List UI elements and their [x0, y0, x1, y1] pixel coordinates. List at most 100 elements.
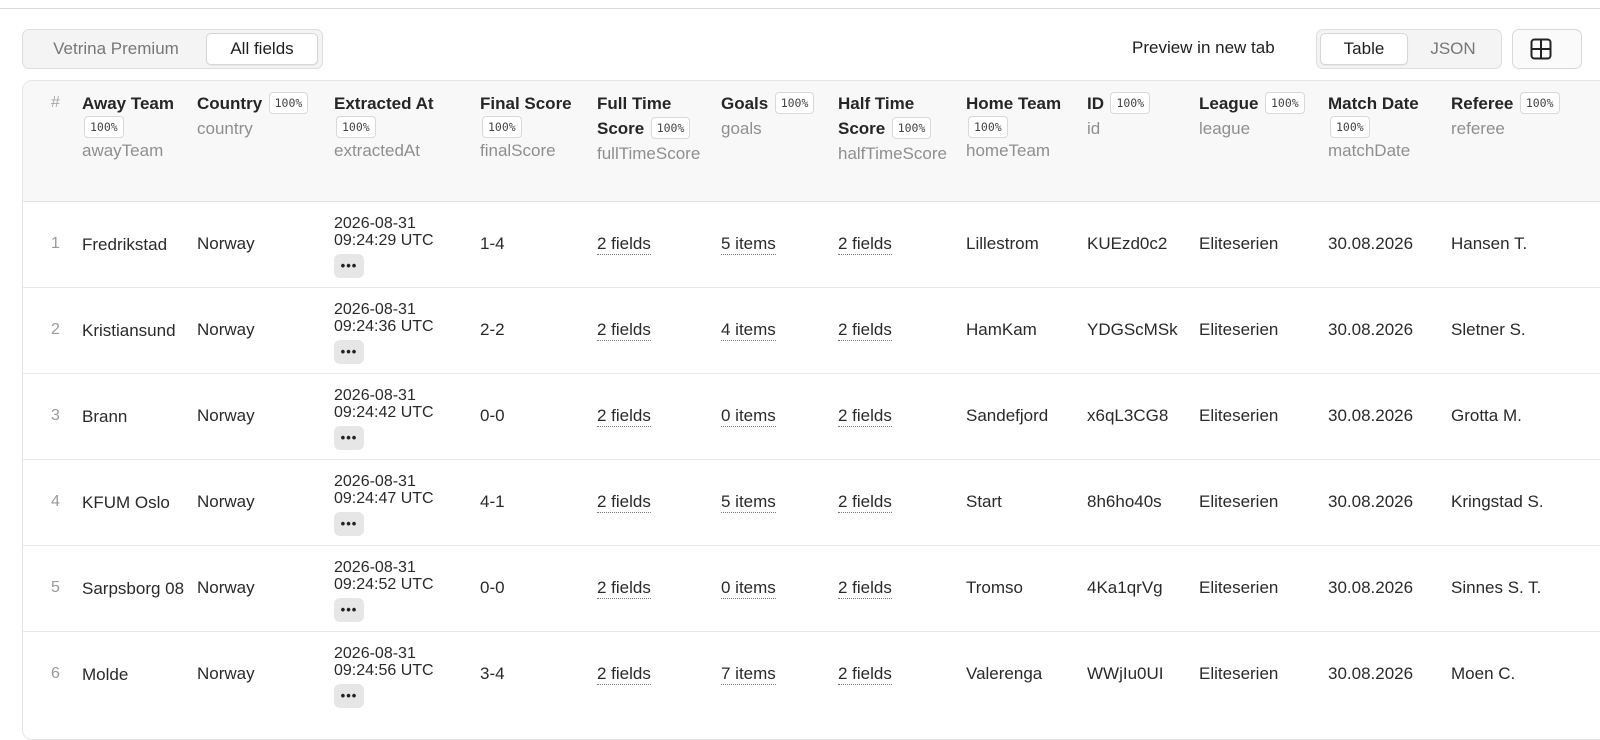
- more-button[interactable]: •••: [334, 683, 364, 708]
- column-header-goals[interactable]: Goals 100% goals: [721, 81, 838, 202]
- expand-fields-link[interactable]: 2 fields: [838, 406, 892, 427]
- fill-rate-badge: 100%: [482, 116, 522, 138]
- cell-final-score: 1-4: [480, 201, 597, 288]
- cell-league: Eliteserien: [1199, 545, 1328, 632]
- cell-extracted-at: 2026-08-31 09:24:52 UTC •••: [334, 545, 480, 632]
- cell-id: KUEzd0c2: [1087, 201, 1199, 288]
- tab-vetrina-premium[interactable]: Vetrina Premium: [26, 33, 206, 65]
- fill-rate-badge: 100%: [968, 116, 1008, 138]
- tab-json[interactable]: JSON: [1408, 33, 1498, 65]
- expand-items-link[interactable]: 7 items: [721, 664, 776, 685]
- cell-away-team: Kristiansund: [82, 287, 197, 374]
- cell-match-date: 30.08.2026: [1328, 664, 1414, 683]
- cell-half-time-score: 2 fields: [838, 201, 966, 288]
- expand-fields-link[interactable]: 2 fields: [838, 234, 892, 255]
- results-table-container[interactable]: # Away Team 100% awayTeam Country 100% cou…: [22, 80, 1600, 740]
- fill-rate-badge: 100%: [1330, 116, 1370, 138]
- cell-home-team: HamKam: [966, 287, 1087, 374]
- preview-in-new-tab-button[interactable]: Preview in new tab: [1132, 38, 1275, 58]
- cell-home-team: Tromso: [966, 545, 1087, 632]
- table-row: 6 Molde Norway 2026-08-31 09:24:56 UTC •••…: [23, 631, 1600, 717]
- cell-away-team: KFUM Oslo: [82, 459, 197, 546]
- fill-rate-badge: 100%: [891, 117, 932, 139]
- column-header-final-score[interactable]: Final Score 100% finalScore: [480, 81, 597, 202]
- expand-fields-link[interactable]: 2 fields: [597, 578, 651, 599]
- tab-table[interactable]: Table: [1320, 33, 1408, 65]
- cell-league: Eliteserien: [1199, 287, 1328, 374]
- fill-rate-badge: 100%: [774, 92, 815, 114]
- expand-fields-link[interactable]: 2 fields: [597, 234, 651, 255]
- expand-items-link[interactable]: 0 items: [721, 578, 776, 599]
- fill-rate-badge: 100%: [336, 116, 376, 138]
- toolbar: Vetrina Premium All fields Preview in ne…: [22, 29, 1600, 70]
- more-button[interactable]: •••: [334, 597, 364, 622]
- table-row: 1 Fredrikstad Norway 2026-08-31 09:24:29 …: [23, 201, 1600, 288]
- fill-rate-badge: 100%: [1519, 92, 1560, 114]
- cell-full-time-score: 2 fields: [597, 459, 721, 546]
- cell-half-time-score: 2 fields: [838, 631, 966, 717]
- column-header-country[interactable]: Country 100% country: [197, 81, 334, 202]
- cell-country: Norway: [197, 201, 334, 288]
- expand-fields-link[interactable]: 2 fields: [838, 492, 892, 513]
- column-header-extracted-at[interactable]: Extracted At 100% extractedAt: [334, 81, 480, 202]
- cell-final-score: 2-2: [480, 287, 597, 374]
- column-header-league[interactable]: League 100% league: [1199, 81, 1328, 202]
- layout-button[interactable]: [1512, 29, 1582, 69]
- dataset-view-switch: Vetrina Premium All fields: [22, 29, 323, 69]
- expand-fields-link[interactable]: 2 fields: [597, 492, 651, 513]
- column-header-match-date[interactable]: Match Date 100% matchDate: [1328, 81, 1451, 202]
- cell-match-date: 30.08.2026: [1328, 201, 1451, 288]
- cell-full-time-score: 2 fields: [597, 545, 721, 632]
- cell-match-date: 30.08.2026: [1328, 373, 1451, 460]
- expand-fields-link[interactable]: 2 fields: [838, 578, 892, 599]
- column-header-half-time-score[interactable]: Half Time Score 100% halfTimeScore: [838, 81, 966, 202]
- row-index: 2: [23, 287, 82, 374]
- expand-items-link[interactable]: 4 items: [721, 320, 776, 341]
- cell-final-score: 3-4: [480, 664, 505, 683]
- column-header-away-team[interactable]: Away Team 100% awayTeam: [82, 81, 197, 202]
- cell-half-time-score: 2 fields: [838, 459, 966, 546]
- cell-half-time-score: 2 fields: [838, 287, 966, 374]
- expand-items-link[interactable]: 5 items: [721, 492, 776, 513]
- column-header-home-team[interactable]: Home Team 100% homeTeam: [966, 81, 1087, 202]
- more-button[interactable]: •••: [334, 511, 364, 536]
- cell-referee: Sletner S.: [1451, 287, 1600, 374]
- cell-full-time-score: 2 fields: [597, 631, 721, 717]
- cell-home-team: Sandefjord: [966, 373, 1087, 460]
- column-header-full-time-score[interactable]: Full Time Score 100% fullTimeScore: [597, 81, 721, 202]
- column-header-id[interactable]: ID 100% id: [1087, 81, 1199, 202]
- cell-country: Norway: [197, 373, 334, 460]
- fill-rate-badge: 100%: [268, 92, 309, 114]
- cell-match-date: 30.08.2026: [1328, 287, 1451, 374]
- more-button[interactable]: •••: [334, 425, 364, 450]
- cell-country: Norway: [197, 287, 334, 374]
- cell-league: Eliteserien: [1199, 373, 1328, 460]
- more-button[interactable]: •••: [334, 339, 364, 364]
- cell-id: 8h6ho40s: [1087, 459, 1199, 546]
- fill-rate-badge: 100%: [1110, 92, 1151, 114]
- cell-extracted-at: 2026-08-31 09:24:47 UTC •••: [334, 459, 480, 546]
- expand-fields-link[interactable]: 2 fields: [597, 664, 651, 685]
- table-row: 5 Sarpsborg 08 Norway 2026-08-31 09:24:52…: [23, 545, 1600, 632]
- expand-fields-link[interactable]: 2 fields: [838, 320, 892, 341]
- expand-items-link[interactable]: 5 items: [721, 234, 776, 255]
- expand-items-link[interactable]: 0 items: [721, 406, 776, 427]
- cell-extracted-at: 2026-08-31 09:24:36 UTC •••: [334, 287, 480, 374]
- fill-rate-badge: 100%: [84, 116, 124, 138]
- column-header-referee[interactable]: Referee 100% referee: [1451, 81, 1600, 202]
- cell-full-time-score: 2 fields: [597, 373, 721, 460]
- cell-final-score: 0-0: [480, 373, 597, 460]
- cell-goals: 0 items: [721, 373, 838, 460]
- row-index: 4: [23, 459, 82, 546]
- tab-all-fields[interactable]: All fields: [206, 33, 318, 65]
- cell-country: Norway: [197, 664, 255, 683]
- cell-goals: 4 items: [721, 287, 838, 374]
- more-button[interactable]: •••: [334, 253, 364, 278]
- expand-fields-link[interactable]: 2 fields: [597, 320, 651, 341]
- cell-referee: Hansen T.: [1451, 201, 1600, 288]
- cell-league: Eliteserien: [1199, 459, 1328, 546]
- results-table: # Away Team 100% awayTeam Country 100% cou…: [23, 81, 1600, 717]
- cell-away-team: Molde: [82, 664, 129, 684]
- expand-fields-link[interactable]: 2 fields: [597, 406, 651, 427]
- expand-fields-link[interactable]: 2 fields: [838, 664, 892, 685]
